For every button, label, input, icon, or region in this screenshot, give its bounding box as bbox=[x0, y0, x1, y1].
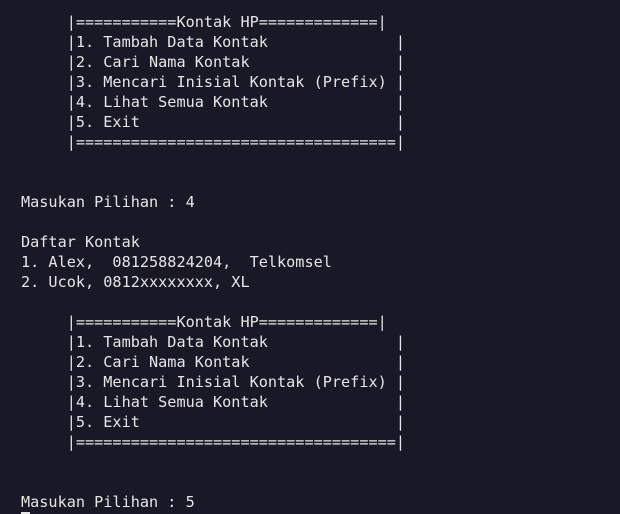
menu-border-bottom: |===================================| bbox=[21, 433, 406, 451]
menu-option-4: |4. Lihat Semua Kontak | bbox=[21, 393, 406, 411]
menu-border-top: |===========Kontak HP=============| bbox=[21, 13, 387, 31]
menu-option-5: |5. Exit | bbox=[21, 413, 406, 431]
menu-border-bottom: |===================================| bbox=[21, 133, 406, 151]
menu-option-3: |3. Mencari Inisial Kontak (Prefix) | bbox=[21, 373, 406, 391]
menu-option-4: |4. Lihat Semua Kontak | bbox=[21, 93, 406, 111]
menu-option-1: |1. Tambah Data Kontak | bbox=[21, 33, 406, 51]
terminal-window[interactable]: |===========Kontak HP=============| |1. … bbox=[0, 0, 620, 514]
menu-option-5: |5. Exit | bbox=[21, 113, 406, 131]
menu-option-3: |3. Mencari Inisial Kontak (Prefix) | bbox=[21, 73, 406, 91]
contact-list-title: Daftar Kontak bbox=[21, 233, 140, 251]
contact-row: 1. Alex, 081258824204, Telkomsel bbox=[21, 253, 332, 271]
contact-row: 2. Ucok, 0812xxxxxxxx, XL bbox=[21, 273, 250, 291]
menu-option-2: |2. Cari Nama Kontak | bbox=[21, 53, 406, 71]
menu-border-top: |===========Kontak HP=============| bbox=[21, 313, 387, 331]
input-prompt: Masukan Pilihan : 5 bbox=[21, 493, 195, 511]
menu-option-2: |2. Cari Nama Kontak | bbox=[21, 353, 406, 371]
menu-option-1: |1. Tambah Data Kontak | bbox=[21, 333, 406, 351]
input-prompt: Masukan Pilihan : 4 bbox=[21, 193, 195, 211]
